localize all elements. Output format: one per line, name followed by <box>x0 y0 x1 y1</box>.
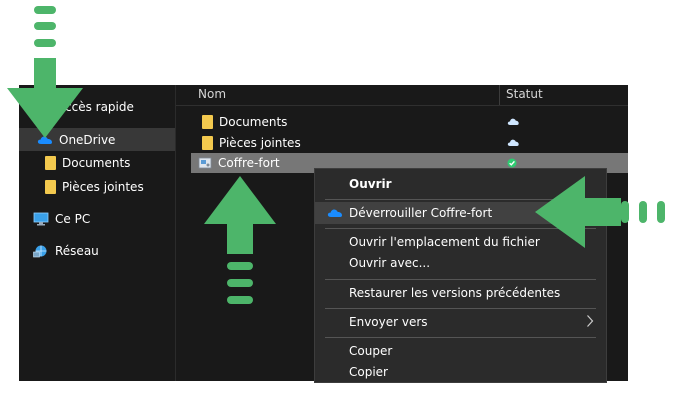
network-icon <box>33 245 47 258</box>
sidebar-item-pieces-jointes[interactable]: Pièces jointes <box>45 176 144 198</box>
menu-item-ouvrir-avec[interactable]: Ouvrir avec... <box>315 252 606 274</box>
chevron-right-icon <box>587 315 594 327</box>
menu-item-label: Copier <box>349 365 388 379</box>
file-row-pieces-jointes[interactable]: Pièces jointes <box>191 133 628 153</box>
menu-item-copier[interactable]: Copier <box>315 361 606 383</box>
menu-item-restaurer-versions[interactable]: Restaurer les versions précédentes <box>315 282 606 304</box>
sidebar-item-label: Ce PC <box>55 212 91 226</box>
column-separator[interactable] <box>499 85 500 105</box>
check-status-icon <box>507 158 517 168</box>
sidebar-item-documents[interactable]: Documents <box>45 152 130 174</box>
menu-item-label: Déverrouiller Coffre-fort <box>349 206 493 220</box>
column-header-row: Nom Statut <box>176 85 628 106</box>
menu-item-label: Ouvrir <box>349 177 392 191</box>
file-name: Coffre-fort <box>218 156 280 170</box>
file-name: Pièces jointes <box>219 136 301 150</box>
onedrive-cloud-icon <box>327 209 343 217</box>
sidebar-item-label: Documents <box>62 156 131 170</box>
menu-item-label: Ouvrir l'emplacement du fichier <box>349 235 540 249</box>
arrow-up-annotation <box>204 176 276 304</box>
cloud-status-icon <box>507 118 519 125</box>
arrow-left-annotation <box>535 176 665 248</box>
menu-item-couper[interactable]: Couper <box>315 340 606 362</box>
folder-icon <box>45 180 56 194</box>
menu-separator <box>325 337 596 338</box>
sidebar-item-label: Pièces jointes <box>62 180 144 194</box>
folder-icon <box>45 156 56 170</box>
sidebar-item-label: Réseau <box>55 244 99 258</box>
sidebar-item-this-pc[interactable]: Ce PC <box>33 208 90 230</box>
menu-item-label: Ouvrir avec... <box>349 256 431 270</box>
sidebar-item-network[interactable]: Réseau <box>33 240 99 262</box>
menu-separator <box>325 308 596 309</box>
menu-item-envoyer-vers[interactable]: Envoyer vers <box>315 311 606 333</box>
menu-item-label: Restaurer les versions précédentes <box>349 286 561 300</box>
file-row-documents[interactable]: Documents <box>191 112 628 132</box>
menu-item-label: Envoyer vers <box>349 315 428 329</box>
cloud-status-icon <box>507 139 519 146</box>
folder-icon <box>202 115 213 129</box>
column-header-status[interactable]: Statut <box>506 87 543 101</box>
menu-separator <box>325 279 596 280</box>
column-header-name[interactable]: Nom <box>198 87 226 101</box>
menu-item-label: Couper <box>349 344 393 358</box>
arrow-down-annotation <box>7 6 83 138</box>
vault-icon <box>198 157 212 169</box>
computer-icon <box>33 212 49 226</box>
file-name: Documents <box>219 115 288 129</box>
folder-icon <box>202 136 213 150</box>
